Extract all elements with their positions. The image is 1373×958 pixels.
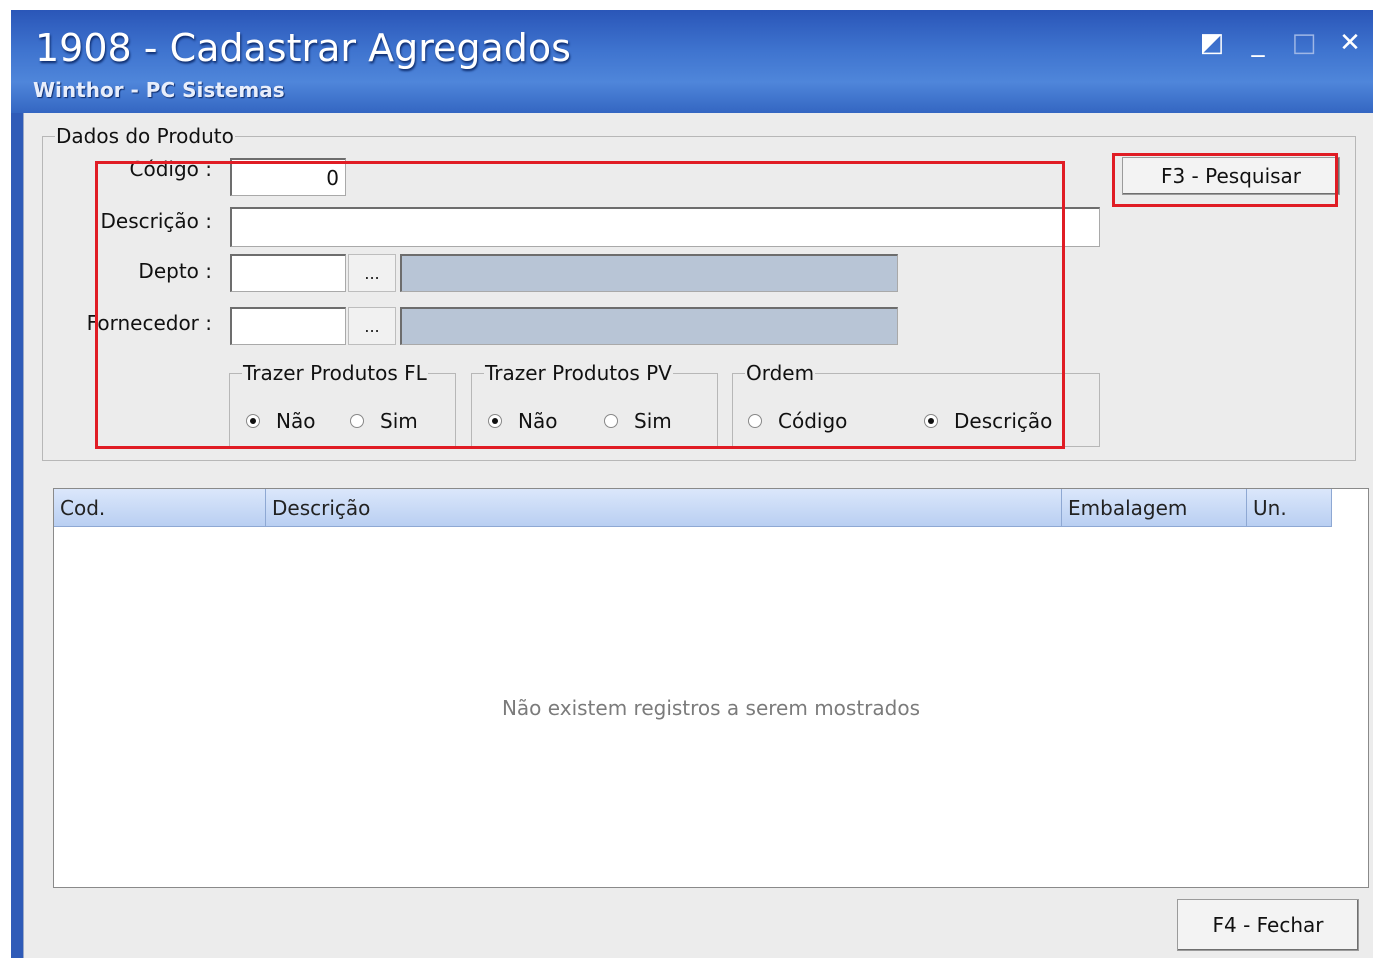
ordem-codigo-label: Código [778,409,848,433]
column-header-un[interactable]: Un. [1247,489,1332,527]
pesquisar-button[interactable]: F3 - Pesquisar [1122,157,1340,195]
pv-sim-radio-dot [604,414,618,428]
fornecedor-label: Fornecedor : [86,311,212,335]
descricao-input[interactable] [230,207,1100,247]
results-grid[interactable]: Cod. Descrição Embalagem Un. Não existem… [53,488,1369,888]
codigo-label: Código : [129,157,212,181]
trazer-pv-legend: Trazer Produtos PV [485,361,672,385]
ordem-descricao-label: Descrição [954,409,1053,433]
fl-sim-radio-dot [350,414,364,428]
codigo-input[interactable] [230,158,346,196]
trazer-pv-group: Trazer Produtos PV [471,361,718,447]
trazer-fl-legend: Trazer Produtos FL [243,361,427,385]
fl-nao-label: Não [276,409,316,433]
fechar-button[interactable]: F4 - Fechar [1177,899,1359,951]
descricao-label: Descrição : [100,209,212,233]
window-title: 1908 - Cadastrar Agregados [35,26,571,70]
depto-input[interactable] [230,254,346,292]
title-bar[interactable]: 1908 - Cadastrar Agregados Winthor - PC … [11,10,1373,113]
maximize-icon[interactable]: □ [1289,28,1319,58]
minimize-icon[interactable]: _ [1243,28,1273,58]
dados-produto-legend: Dados do Produto [56,124,234,148]
ordem-codigo-radio[interactable]: Código [748,409,847,433]
fl-nao-radio-dot [246,414,260,428]
empty-message: Não existem registros a serem mostrados [501,696,921,720]
depto-search-button[interactable]: ... [348,254,396,292]
pv-sim-label: Sim [634,409,672,433]
column-header-embalagem[interactable]: Embalagem [1062,489,1247,527]
app-window: 1908 - Cadastrar Agregados Winthor - PC … [11,10,1373,958]
fl-nao-radio[interactable]: Não [246,409,315,433]
window-client: Dados do Produto Código : Descrição : De… [23,113,1373,958]
fornecedor-search-button[interactable]: ... [348,307,396,345]
pv-nao-radio-dot [488,414,502,428]
help-icon[interactable]: ◩ [1197,28,1227,58]
fl-sim-label: Sim [380,409,418,433]
ordem-descricao-radio-dot [924,414,938,428]
fl-sim-radio[interactable]: Sim [350,409,418,433]
fornecedor-description-field [400,307,898,345]
depto-description-field [400,254,898,292]
grid-header: Cod. Descrição Embalagem Un. [54,489,1332,527]
ordem-group: Ordem [732,361,1100,447]
window-subtitle: Winthor - PC Sistemas [33,78,285,102]
ordem-codigo-radio-dot [748,414,762,428]
fornecedor-input[interactable] [230,307,346,345]
column-header-descricao[interactable]: Descrição [266,489,1062,527]
close-icon[interactable]: ✕ [1335,28,1365,58]
trazer-fl-group: Trazer Produtos FL [229,361,456,447]
depto-label: Depto : [138,259,212,283]
column-header-cod[interactable]: Cod. [54,489,266,527]
pv-sim-radio[interactable]: Sim [604,409,672,433]
pv-nao-label: Não [518,409,558,433]
ordem-descricao-radio[interactable]: Descrição [924,409,1052,433]
pv-nao-radio[interactable]: Não [488,409,557,433]
ordem-legend: Ordem [746,361,815,385]
